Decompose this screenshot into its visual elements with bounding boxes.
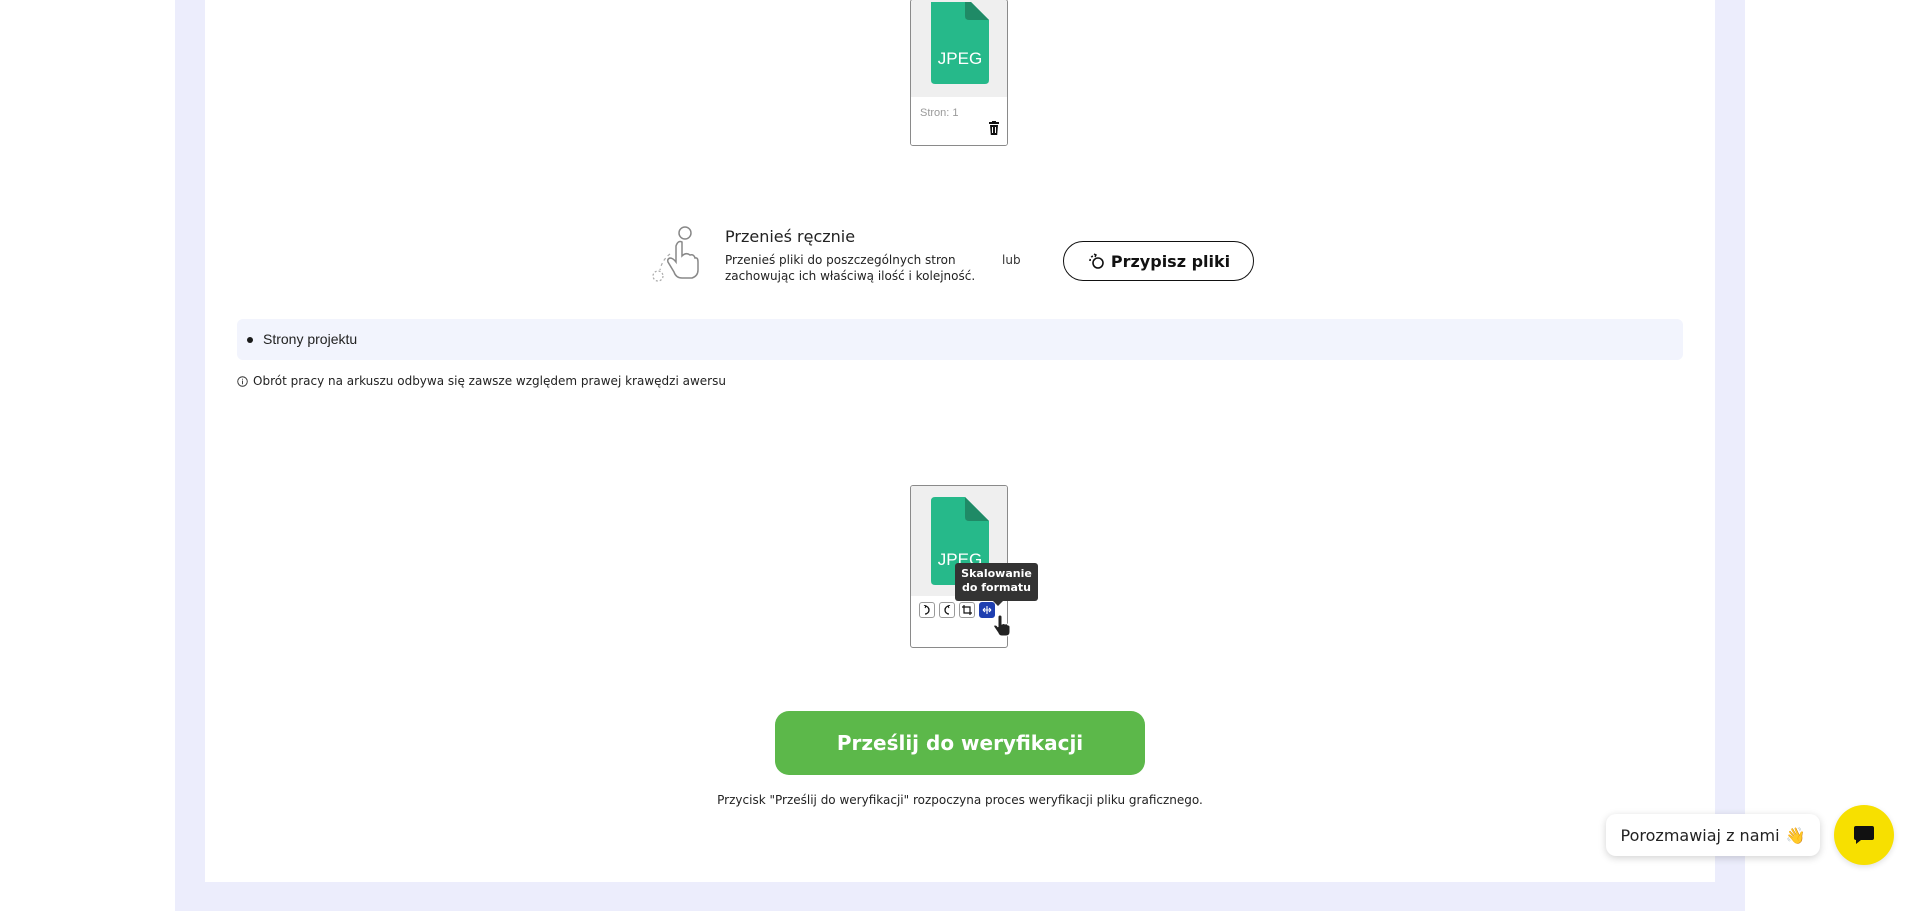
assign-files-button[interactable]: Przypisz pliki bbox=[1063, 241, 1254, 281]
crop-icon[interactable] bbox=[959, 602, 975, 618]
project-pages-bar[interactable]: Strony projektu bbox=[237, 319, 1683, 360]
page-tools bbox=[919, 602, 995, 618]
submit-verification-button[interactable]: Prześlij do weryfikacji bbox=[775, 711, 1145, 775]
assign-icon bbox=[1089, 253, 1104, 269]
submit-note-text: Przycisk "Prześlij do weryfikacji" rozpo… bbox=[717, 793, 1203, 807]
manual-move-title: Przenieś ręcznie bbox=[725, 227, 856, 246]
file-card-footer: Stron: 1 bbox=[911, 97, 1007, 145]
hand-cursor-icon bbox=[993, 615, 1011, 637]
waving-hand-icon: 👋 bbox=[1785, 825, 1806, 845]
trash-icon[interactable] bbox=[988, 121, 1000, 135]
file-type-label: JPEG bbox=[937, 49, 983, 68]
jpeg-file-icon: JPEG bbox=[931, 2, 989, 92]
file-thumbnail: JPEG bbox=[911, 0, 1007, 97]
info-note-text: Obrót pracy na arkuszu odbywa się zawsze… bbox=[253, 374, 726, 388]
chat-prompt-bubble[interactable]: Porozmawiaj z nami 👋 bbox=[1606, 814, 1820, 856]
pages-count: Stron: 1 bbox=[920, 107, 959, 119]
rotate-left-icon[interactable] bbox=[939, 602, 955, 618]
bullet-icon bbox=[247, 337, 253, 343]
project-pages-label: Strony projektu bbox=[263, 331, 358, 347]
tooltip: Skalowanie do formatu bbox=[955, 563, 1038, 606]
manual-move-description: Przenieś pliki do poszczególnych stron z… bbox=[725, 253, 976, 283]
drag-hand-icon bbox=[652, 226, 699, 282]
rotation-info-note: Obrót pracy na arkuszu odbywa się zawsze… bbox=[237, 374, 726, 388]
submit-note: Przycisk "Prześlij do weryfikacji" rozpo… bbox=[0, 793, 1915, 807]
assign-files-label: Przypisz pliki bbox=[1110, 251, 1231, 271]
chat-prompt-label: Porozmawiaj z nami bbox=[1620, 825, 1780, 845]
or-label: lub bbox=[1002, 253, 1021, 267]
info-icon bbox=[237, 375, 248, 387]
uploaded-file-card[interactable]: JPEG Stron: 1 bbox=[910, 0, 1008, 146]
chat-button[interactable] bbox=[1834, 805, 1894, 865]
rotate-right-icon[interactable] bbox=[919, 602, 935, 618]
chat-icon bbox=[1854, 826, 1874, 844]
